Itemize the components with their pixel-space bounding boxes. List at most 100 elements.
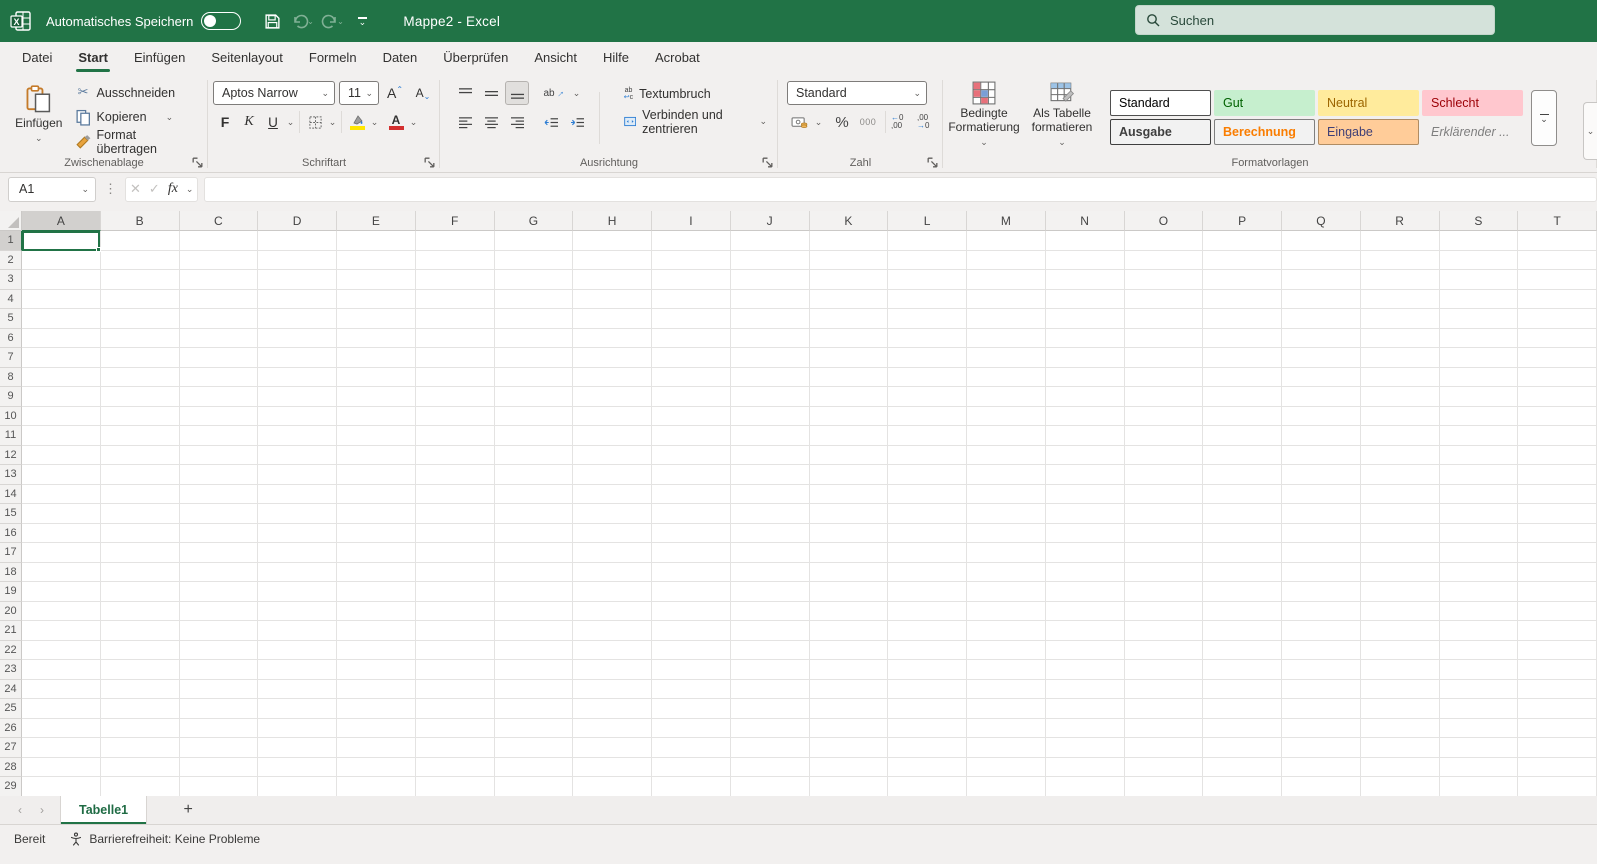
grid-cell[interactable] xyxy=(888,328,967,348)
grid-cell[interactable] xyxy=(1045,562,1125,582)
grid-cell[interactable] xyxy=(22,757,101,777)
cell-style-chip[interactable]: Schlecht xyxy=(1422,90,1523,116)
grid-cell[interactable] xyxy=(1439,328,1519,348)
grid-cell[interactable] xyxy=(337,484,416,504)
grid-cell[interactable] xyxy=(809,562,889,582)
grid-cell[interactable] xyxy=(652,582,731,602)
grid-cell[interactable] xyxy=(967,523,1046,543)
grid-cell[interactable] xyxy=(1439,718,1519,738)
grid-cell[interactable] xyxy=(100,465,180,485)
grid-cell[interactable] xyxy=(809,250,889,270)
grid-cell[interactable] xyxy=(1360,679,1440,699)
grid-cell[interactable] xyxy=(258,601,337,621)
grid-cell[interactable] xyxy=(1518,348,1597,368)
conditional-dropdown-chevron[interactable]: ⌄ xyxy=(980,137,988,147)
grid-cell[interactable] xyxy=(1124,640,1204,660)
grid-cell[interactable] xyxy=(730,426,810,446)
grid-cell[interactable] xyxy=(1518,621,1597,641)
grid-cell[interactable] xyxy=(967,543,1046,563)
grid-cell[interactable] xyxy=(1045,504,1125,524)
grid-cell[interactable] xyxy=(730,777,810,796)
grid-cell[interactable] xyxy=(888,445,967,465)
grid-cell[interactable] xyxy=(494,309,574,329)
grid-cell[interactable] xyxy=(337,757,416,777)
grid-cell[interactable] xyxy=(179,465,259,485)
column-header[interactable]: H xyxy=(573,211,652,231)
number-format-select[interactable]: Standard ⌄ xyxy=(787,81,927,105)
grid-cell[interactable] xyxy=(967,660,1046,680)
grid-cell[interactable] xyxy=(494,231,574,251)
grid-cell[interactable] xyxy=(1282,523,1361,543)
grid-cell[interactable] xyxy=(179,777,259,796)
grid-cell[interactable] xyxy=(967,289,1046,309)
grid-cell[interactable] xyxy=(258,484,337,504)
grid-cell[interactable] xyxy=(967,484,1046,504)
grid-cell[interactable] xyxy=(967,231,1046,251)
grid-cell[interactable] xyxy=(1124,465,1204,485)
grid-cell[interactable] xyxy=(494,328,574,348)
grid-cell[interactable] xyxy=(22,289,101,309)
grid-cell[interactable] xyxy=(1518,250,1597,270)
grid-cell[interactable] xyxy=(1439,250,1519,270)
row-header[interactable]: 13 xyxy=(0,465,22,485)
grid-cell[interactable] xyxy=(179,250,259,270)
row-header[interactable]: 2 xyxy=(0,250,22,270)
grid-cell[interactable] xyxy=(1360,406,1440,426)
grid-cell[interactable] xyxy=(494,582,574,602)
row-header[interactable]: 17 xyxy=(0,543,22,563)
grid-cell[interactable] xyxy=(1282,231,1361,251)
borders-dropdown-chevron[interactable]: ⌄ xyxy=(327,110,338,134)
grid-cell[interactable] xyxy=(1124,718,1204,738)
column-header[interactable]: F xyxy=(415,211,495,231)
grid-cell[interactable] xyxy=(1045,406,1125,426)
grid-cell[interactable] xyxy=(415,640,495,660)
grid-cell[interactable] xyxy=(1360,699,1440,719)
grid-cell[interactable] xyxy=(22,679,101,699)
grid-cell[interactable] xyxy=(809,757,889,777)
grid-cell[interactable] xyxy=(652,621,731,641)
align-middle-button[interactable] xyxy=(479,81,503,105)
grid-cell[interactable] xyxy=(809,484,889,504)
grid-cell[interactable] xyxy=(100,679,180,699)
grid-cell[interactable] xyxy=(1439,348,1519,368)
row-header[interactable]: 19 xyxy=(0,582,22,602)
grid-cell[interactable] xyxy=(1518,231,1597,251)
grid-cell[interactable] xyxy=(337,660,416,680)
grid-cell[interactable] xyxy=(1282,660,1361,680)
grid-cell[interactable] xyxy=(337,231,416,251)
tab-acrobat[interactable]: Acrobat xyxy=(643,44,712,72)
grid-cell[interactable] xyxy=(22,445,101,465)
grid-cell[interactable] xyxy=(1518,289,1597,309)
grid-cell[interactable] xyxy=(1045,757,1125,777)
grid-cell[interactable] xyxy=(1203,406,1282,426)
formula-input[interactable] xyxy=(204,176,1597,202)
increase-font-size-button[interactable]: A ⌃ xyxy=(383,81,407,105)
grid-cell[interactable] xyxy=(888,777,967,796)
grid-cell[interactable] xyxy=(809,718,889,738)
row-header[interactable]: 25 xyxy=(0,699,22,719)
grid-cell[interactable] xyxy=(415,660,495,680)
row-header[interactable]: 29 xyxy=(0,777,22,796)
row-header[interactable]: 14 xyxy=(0,484,22,504)
grid-cell[interactable] xyxy=(1282,699,1361,719)
grid-cell[interactable] xyxy=(573,621,652,641)
grid-cell[interactable] xyxy=(179,309,259,329)
grid-cell[interactable] xyxy=(1360,523,1440,543)
grid-cell[interactable] xyxy=(1203,504,1282,524)
grid-cell[interactable] xyxy=(100,718,180,738)
grid-cell[interactable] xyxy=(415,328,495,348)
add-sheet-button[interactable]: + xyxy=(173,796,203,824)
grid-cell[interactable] xyxy=(730,621,810,641)
grid-cell[interactable] xyxy=(1439,523,1519,543)
grid-cell[interactable] xyxy=(1203,699,1282,719)
grid-cell[interactable] xyxy=(22,582,101,602)
grid-cell[interactable] xyxy=(1203,660,1282,680)
grid-cell[interactable] xyxy=(100,699,180,719)
row-header[interactable]: 5 xyxy=(0,309,22,329)
grid-cell[interactable] xyxy=(967,621,1046,641)
grid-cell[interactable] xyxy=(1282,348,1361,368)
grid-cell[interactable] xyxy=(1439,406,1519,426)
grid-cell[interactable] xyxy=(1045,250,1125,270)
grid-cell[interactable] xyxy=(1439,387,1519,407)
insert-function-icon[interactable]: fx xyxy=(168,181,178,197)
